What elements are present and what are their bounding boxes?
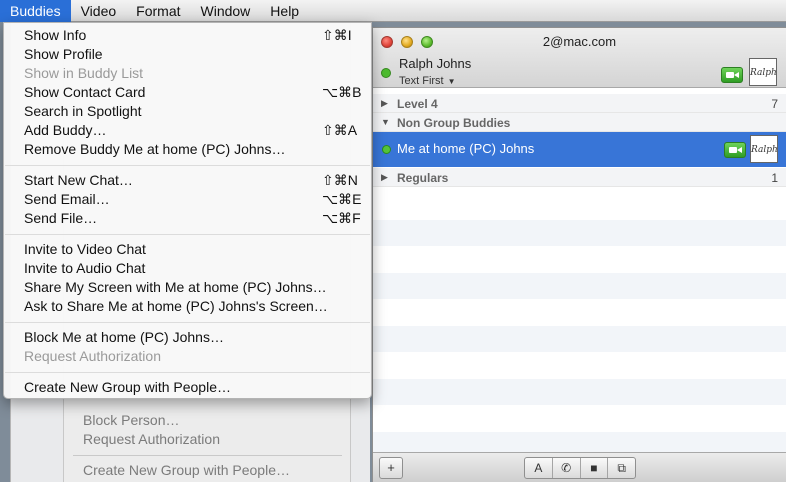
buddy-row-selected[interactable]: Me at home (PC) Johns Ralph xyxy=(373,132,786,167)
my-name: Ralph Johns xyxy=(399,56,472,71)
menu-item-label: Add Buddy… xyxy=(24,122,107,138)
video-camera-icon[interactable] xyxy=(724,142,746,158)
empty-row xyxy=(373,220,786,246)
menu-separator xyxy=(5,165,370,166)
menu-bar: Buddies Video Format Window Help xyxy=(0,0,786,22)
menu-item-shortcut: ⇧⌘A xyxy=(322,122,358,138)
menu-item-shortcut: ⌥⌘B xyxy=(322,84,362,100)
menu-item-send-file[interactable]: Send File… ⌥⌘F xyxy=(4,209,371,228)
empty-row xyxy=(373,273,786,299)
menu-window[interactable]: Window xyxy=(191,0,261,22)
chevron-down-icon: ▼ xyxy=(447,77,456,86)
menu-item-request-authorization: Request Authorization xyxy=(4,347,371,366)
menu-item-label: Search in Spotlight xyxy=(24,103,142,119)
menu-item-label: Show Info xyxy=(24,27,87,43)
menu-item-label: Block Me at home (PC) Johns… xyxy=(24,329,224,345)
menu-item-shortcut: ⇧⌘N xyxy=(322,172,358,188)
audio-chat-icon[interactable]: ✆ xyxy=(553,458,581,478)
bg-menu-request-authorization: Request Authorization xyxy=(83,431,220,447)
menu-separator xyxy=(5,234,370,235)
buddies-menu: Show Info ⇧⌘I Show Profile Show in Buddy… xyxy=(3,22,372,399)
menu-item-label: Send File… xyxy=(24,210,98,226)
my-buddy-picture[interactable]: Ralph xyxy=(749,58,777,86)
menu-item-label: Show Contact Card xyxy=(24,84,146,100)
menu-item-label: Send Email… xyxy=(24,191,110,207)
menu-item-send-email[interactable]: Send Email… ⌥⌘E xyxy=(4,190,371,209)
buddy-picture: Ralph xyxy=(750,135,778,163)
title-bar: 2@mac.com Ralph Johns Text First ▼ Ralph xyxy=(373,28,786,88)
bg-menu-create-group: Create New Group with People… xyxy=(83,462,290,478)
empty-row xyxy=(373,326,786,352)
menu-buddies[interactable]: Buddies xyxy=(0,0,71,22)
menu-item-shortcut: ⌥⌘E xyxy=(322,191,362,207)
buddy-name: Me at home (PC) Johns xyxy=(397,141,535,156)
menu-item-label: Start New Chat… xyxy=(24,172,133,188)
menu-item-label: Ask to Share Me at home (PC) Johns's Scr… xyxy=(24,298,328,314)
menu-item-create-new-group[interactable]: Create New Group with People… xyxy=(4,378,371,397)
menu-video[interactable]: Video xyxy=(71,0,127,22)
menu-item-label: Create New Group with People… xyxy=(24,379,231,395)
add-buddy-button[interactable]: + xyxy=(379,457,403,479)
menu-item-block-buddy[interactable]: Block Me at home (PC) Johns… xyxy=(4,328,371,347)
menu-separator xyxy=(5,322,370,323)
my-status-text: Text First xyxy=(399,75,444,87)
menu-format[interactable]: Format xyxy=(126,0,190,22)
bg-menu-separator xyxy=(73,455,342,456)
disclosure-right-icon[interactable]: ▶ xyxy=(381,98,388,109)
group-level-4[interactable]: ▶ Level 4 7 xyxy=(373,94,786,113)
group-regulars[interactable]: ▶ Regulars 1 xyxy=(373,168,786,187)
menu-item-label: Show Profile xyxy=(24,46,103,62)
online-status-icon xyxy=(382,145,391,154)
group-name: Regulars xyxy=(397,171,449,185)
menu-help[interactable]: Help xyxy=(260,0,309,22)
group-count: 7 xyxy=(771,97,778,111)
disclosure-down-icon[interactable]: ▼ xyxy=(381,117,390,127)
bg-menu-block-person: Block Person… xyxy=(83,412,180,428)
window-title: 2@mac.com xyxy=(542,34,617,49)
menu-item-invite-audio-chat[interactable]: Invite to Audio Chat xyxy=(4,259,371,278)
menu-item-shortcut: ⌥⌘F xyxy=(322,210,361,226)
menu-item-add-buddy[interactable]: Add Buddy… ⇧⌘A xyxy=(4,121,371,140)
video-chat-icon[interactable]: ■ xyxy=(581,458,609,478)
group-name: Non Group Buddies xyxy=(397,116,511,130)
buddy-list-window: 2@mac.com Ralph Johns Text First ▼ Ralph … xyxy=(372,27,786,482)
my-status-menu[interactable]: Text First ▼ xyxy=(399,75,456,87)
menu-item-show-contact-card[interactable]: Show Contact Card ⌥⌘B xyxy=(4,83,371,102)
group-count: 1 xyxy=(771,171,778,185)
menu-item-label: Share My Screen with Me at home (PC) Joh… xyxy=(24,279,327,295)
menu-item-remove-buddy[interactable]: Remove Buddy Me at home (PC) Johns… xyxy=(4,140,371,159)
menu-item-label: Invite to Video Chat xyxy=(24,241,146,257)
menu-item-label: Invite to Audio Chat xyxy=(24,260,146,276)
menu-item-share-my-screen[interactable]: Share My Screen with Me at home (PC) Joh… xyxy=(4,278,371,297)
menu-item-label: Show in Buddy List xyxy=(24,65,144,81)
group-non-group-buddies[interactable]: ▼ Non Group Buddies xyxy=(373,113,786,132)
menu-item-start-new-chat[interactable]: Start New Chat… ⇧⌘N xyxy=(4,171,371,190)
bottom-toolbar: + A ✆ ■ ⧉ xyxy=(373,452,786,482)
menu-item-ask-to-share-screen[interactable]: Ask to Share Me at home (PC) Johns's Scr… xyxy=(4,297,371,316)
menu-item-show-profile[interactable]: Show Profile xyxy=(4,45,371,64)
my-status-dot-icon xyxy=(381,68,391,78)
menu-item-show-in-buddy-list: Show in Buddy List xyxy=(4,64,371,83)
empty-row xyxy=(373,379,786,405)
screen-share-icon[interactable]: ⧉ xyxy=(608,458,635,478)
menu-separator xyxy=(5,372,370,373)
text-chat-icon[interactable]: A xyxy=(525,458,553,478)
menu-item-invite-video-chat[interactable]: Invite to Video Chat xyxy=(4,240,371,259)
menu-item-search-spotlight[interactable]: Search in Spotlight xyxy=(4,102,371,121)
action-button-group: A ✆ ■ ⧉ xyxy=(524,457,636,479)
menu-item-label: Remove Buddy Me at home (PC) Johns… xyxy=(24,141,286,157)
disclosure-right-icon[interactable]: ▶ xyxy=(381,172,388,183)
menu-item-shortcut: ⇧⌘I xyxy=(322,27,352,43)
menu-item-show-info[interactable]: Show Info ⇧⌘I xyxy=(4,26,371,45)
empty-row xyxy=(373,432,786,452)
video-camera-icon[interactable] xyxy=(721,67,743,83)
group-name: Level 4 xyxy=(397,97,438,111)
menu-item-label: Request Authorization xyxy=(24,348,161,364)
